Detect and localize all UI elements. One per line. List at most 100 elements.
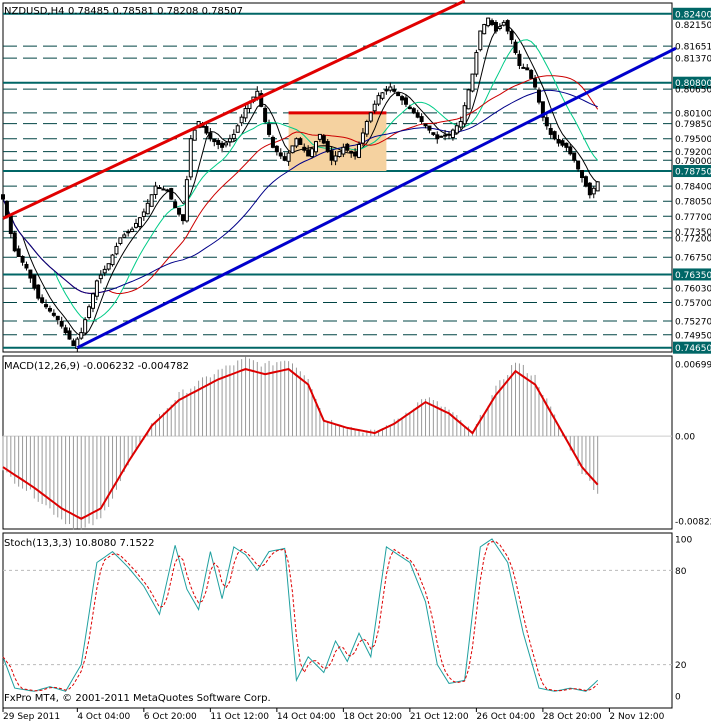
candle-body <box>533 78 538 88</box>
nzdusd-h4-chart: 0.824000.821500.816510.813700.808000.806… <box>0 0 711 723</box>
price-axis-label: 0.78400 <box>675 183 711 193</box>
candle-body <box>216 140 221 145</box>
candle-body <box>357 143 362 158</box>
candle-body <box>509 30 514 41</box>
candle-body <box>145 202 150 215</box>
candle-body <box>94 280 99 297</box>
candle-body <box>263 107 268 122</box>
candle-body <box>576 160 581 170</box>
candle-body <box>517 53 522 66</box>
candle-body <box>134 222 139 228</box>
candle-body <box>407 106 412 110</box>
candle-body <box>497 26 502 29</box>
candle-body <box>302 146 307 151</box>
candle <box>310 147 315 159</box>
candle-body <box>419 116 424 122</box>
candle-body <box>212 138 217 143</box>
candle-body <box>443 134 448 137</box>
candle <box>169 187 174 200</box>
time-axis-label: 4 Oct 04:00 <box>77 712 130 722</box>
candle-body <box>392 89 397 92</box>
candle <box>486 17 491 28</box>
candle-body <box>98 274 103 280</box>
candle-body <box>388 86 393 91</box>
price-axis-label: 0.74650 <box>675 344 711 354</box>
candle-body <box>106 263 111 270</box>
candle-body <box>583 176 588 187</box>
candle-body <box>67 330 72 340</box>
candle-body <box>192 129 197 141</box>
copyright-footer: FxPro MT4, © 2001-2011 MetaQuotes Softwa… <box>4 693 271 704</box>
candle-body <box>165 189 170 192</box>
time-axis-label: 14 Oct 04:00 <box>277 712 336 722</box>
candle-body <box>59 320 64 327</box>
candle-body <box>8 215 13 235</box>
candle-body <box>396 92 401 97</box>
candle <box>583 175 588 188</box>
candle-body <box>384 89 389 92</box>
symbol-label: NZDUSD,H4 <box>4 6 64 17</box>
candle <box>110 253 115 267</box>
candle <box>321 134 326 145</box>
stoch-axis-label: 20 <box>675 661 687 671</box>
candle <box>552 130 557 141</box>
price-axis-label: 0.78750 <box>675 168 711 178</box>
candle-body <box>333 155 338 162</box>
candle-body <box>478 30 483 51</box>
candle-body <box>12 232 17 252</box>
candle <box>482 23 487 35</box>
candle-body <box>118 237 123 244</box>
candle-body <box>341 146 346 155</box>
candle <box>87 304 92 320</box>
candle-body <box>16 248 21 257</box>
candle-body <box>580 170 585 178</box>
candle-body <box>447 133 451 136</box>
price-axis-label: 0.76350 <box>675 271 711 281</box>
candle-body <box>177 207 182 215</box>
candle <box>32 274 37 291</box>
candle-body <box>32 274 37 289</box>
candle-body <box>282 156 287 161</box>
price-axis-label: 0.76750 <box>675 254 711 264</box>
candle <box>12 230 17 253</box>
candle-body <box>130 228 135 233</box>
candle-body <box>368 112 373 122</box>
candle-body <box>298 138 303 145</box>
candle-body <box>568 146 573 155</box>
candle-body <box>20 256 25 263</box>
candle-body <box>313 141 318 153</box>
candle <box>294 137 299 149</box>
candle <box>364 119 369 137</box>
candle-body <box>470 73 475 92</box>
candle-body <box>474 52 479 75</box>
candle-body <box>184 179 189 222</box>
candle-body <box>270 136 275 148</box>
candle <box>470 73 475 93</box>
candle-body <box>337 151 342 158</box>
price-axis-label: 0.81370 <box>675 55 711 65</box>
candle-body <box>431 132 436 135</box>
candle-body <box>267 124 272 135</box>
price-axis-label: 0.75700 <box>675 299 711 309</box>
price-axis-label: 0.79850 <box>675 120 711 130</box>
candle-body <box>529 69 534 79</box>
candle-body <box>235 125 240 133</box>
macd-axis-label: 0.00699 <box>675 361 711 371</box>
stoch-axis-label: 80 <box>675 567 687 577</box>
price-axis-label: 0.82150 <box>675 21 711 31</box>
price-axis-label: 0.80650 <box>675 86 711 96</box>
candle <box>263 105 268 124</box>
time-axis-label: 18 Oct 20:00 <box>343 712 402 722</box>
candle-body <box>44 304 49 308</box>
candle-body <box>90 293 95 309</box>
macd-axis-label: 0.00 <box>675 433 695 443</box>
time-axis-label: 21 Oct 12:00 <box>410 712 469 722</box>
candle-body <box>325 141 330 153</box>
candle <box>290 145 295 154</box>
candle <box>188 135 193 181</box>
candle-body <box>102 268 107 274</box>
candle-body <box>521 66 526 69</box>
candle-body <box>439 135 444 138</box>
candle-body <box>466 89 471 110</box>
candle-body <box>224 142 228 146</box>
